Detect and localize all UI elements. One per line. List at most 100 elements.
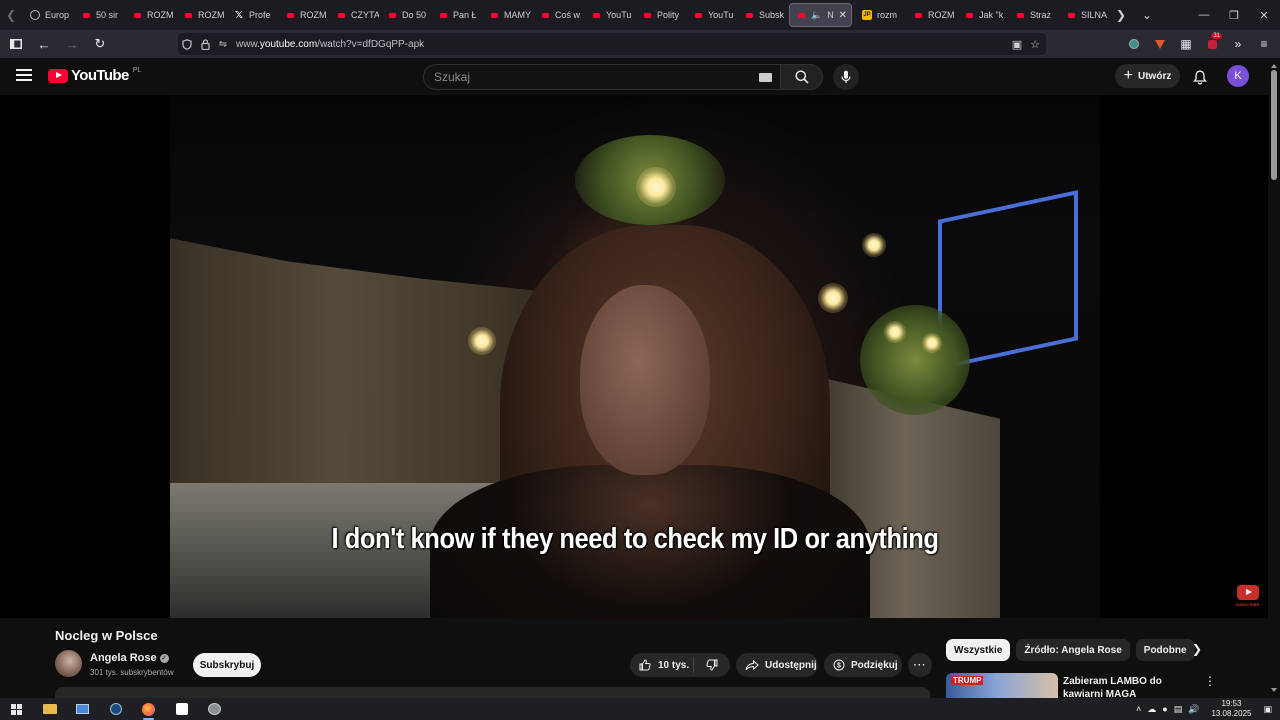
youtube-icon	[387, 10, 397, 20]
minimize-icon[interactable]: —	[1188, 0, 1220, 30]
address-bar[interactable]: ⇋ www.youtube.com/watch?v=dfDGqPP-apk ▣ …	[178, 33, 1046, 55]
scene-light	[468, 327, 496, 355]
youtube-icon	[693, 10, 703, 20]
microphone-tray-icon[interactable]: ●	[1162, 704, 1167, 714]
search-button[interactable]	[781, 64, 823, 90]
subscribe-watermark[interactable]: SUBSCRIBE	[1235, 585, 1260, 610]
video-frame[interactable]: I don't know if they need to check my ID…	[170, 95, 1100, 618]
app-menu-icon[interactable]: ≡	[1254, 32, 1274, 56]
close-tab-icon[interactable]: ✕	[839, 10, 847, 21]
recommended-thumbnail[interactable]: TRUMP	[946, 673, 1058, 698]
tab[interactable]: Jak "k	[956, 0, 1007, 30]
menu-icon[interactable]	[16, 69, 32, 81]
recommended-title[interactable]: Zabieram LAMBO do kawiarni MAGA	[1063, 675, 1203, 698]
thanks-button[interactable]: $ Podziękuj	[824, 653, 902, 677]
app-icon[interactable]	[198, 698, 231, 720]
youtube-icon	[796, 10, 806, 20]
tab[interactable]: Straż	[1007, 0, 1058, 30]
tab[interactable]: 𝕏 Profe	[226, 0, 277, 30]
tab[interactable]: JP rozm	[854, 0, 905, 30]
this-pc-icon[interactable]	[66, 698, 99, 720]
tab[interactable]: CZYTA	[328, 0, 379, 30]
sidebar-toggle-icon[interactable]	[4, 32, 28, 56]
subscribe-button[interactable]: Subskrybuj	[193, 653, 261, 677]
clock[interactable]: 19:53 13.08.2025	[1211, 699, 1251, 719]
share-button[interactable]: Udostępnij	[736, 653, 818, 677]
notifications-bell-icon[interactable]	[1190, 67, 1210, 87]
lock-icon[interactable]	[196, 38, 214, 50]
list-all-tabs-icon[interactable]: ⌄	[1135, 0, 1159, 30]
tab[interactable]: ROZM	[905, 0, 956, 30]
tab[interactable]: YouTu	[583, 0, 634, 30]
speaker-icon[interactable]: 🔈	[811, 10, 822, 21]
channel-avatar[interactable]	[55, 650, 82, 677]
notion-icon[interactable]	[165, 698, 198, 720]
create-button[interactable]: + Utwórz	[1115, 64, 1180, 88]
tab-active[interactable]: 🔈 No ✕	[789, 3, 852, 27]
filter-chip[interactable]: Podobne	[1135, 639, 1195, 661]
dislike-button[interactable]	[694, 659, 730, 671]
forward-icon[interactable]: →	[60, 32, 84, 56]
tab[interactable]: Polity	[634, 0, 685, 30]
search-input[interactable]: Szukaj	[423, 64, 781, 90]
tab[interactable]: YouTu	[685, 0, 736, 30]
firefox-icon[interactable]	[132, 698, 165, 720]
channel-name: Angela Rose	[90, 652, 157, 664]
tab[interactable]: MAMY	[481, 0, 532, 30]
tab[interactable]: Pan Ł	[430, 0, 481, 30]
tab[interactable]: ROZM	[124, 0, 175, 30]
fox-extension-icon[interactable]	[1150, 32, 1170, 56]
like-button[interactable]: 10 tys.	[630, 657, 694, 673]
voice-search-button[interactable]	[833, 64, 859, 90]
tab[interactable]: Do 50	[379, 0, 430, 30]
volume-icon[interactable]: 🔊	[1188, 704, 1199, 715]
tab-scroll-right-icon[interactable]: ❯	[1109, 0, 1133, 30]
recommended-more-icon[interactable]: ⋮	[1204, 674, 1216, 688]
start-windows-icon[interactable]	[0, 698, 33, 720]
url-text: www.youtube.com/watch?v=dfDGqPP-apk	[236, 39, 424, 50]
scroll-down-arrow-icon[interactable]	[1271, 688, 1277, 692]
scroll-up-arrow-icon[interactable]	[1271, 64, 1277, 68]
restore-icon[interactable]: ❐	[1218, 0, 1250, 30]
overflow-chevron-icon[interactable]: »	[1228, 32, 1248, 56]
keyboard-icon[interactable]	[759, 73, 772, 82]
vpn-extension-icon[interactable]	[1124, 32, 1144, 56]
extensions-puzzle-icon[interactable]: ▦	[1176, 32, 1196, 56]
more-actions-icon[interactable]: ···	[908, 653, 932, 677]
notification-extension-icon[interactable]: 31	[1202, 32, 1222, 56]
tray-chevron-icon[interactable]: ˄	[1136, 704, 1141, 714]
filter-chip[interactable]: Źródło: Angela Rose	[1016, 639, 1130, 661]
tab[interactable]: ROZM	[175, 0, 226, 30]
network-icon[interactable]: ▤	[1174, 704, 1183, 715]
youtube-logo[interactable]: YouTube PL	[48, 67, 141, 84]
scrollbar-thumb[interactable]	[1271, 70, 1277, 180]
steam-icon[interactable]	[99, 698, 132, 720]
picture-in-picture-icon[interactable]: ▣	[1012, 38, 1022, 51]
tab[interactable]: Coś w	[532, 0, 583, 30]
video-player[interactable]: I don't know if they need to check my ID…	[0, 95, 1268, 618]
reload-icon[interactable]: ↻	[88, 32, 112, 56]
account-avatar[interactable]: K	[1227, 65, 1249, 87]
tab[interactable]: Europ	[22, 0, 73, 30]
tab[interactable]: ROZM	[277, 0, 328, 30]
tab-scroll-left-icon[interactable]: ❮	[0, 0, 22, 30]
tracking-shield-icon[interactable]	[178, 38, 196, 50]
filter-chip[interactable]: Wszystkie	[946, 639, 1011, 661]
tab[interactable]: SILNA	[1058, 0, 1109, 30]
window-close-icon[interactable]: ✕	[1248, 0, 1280, 30]
youtube-icon	[132, 10, 142, 20]
page-scrollbar[interactable]	[1268, 58, 1280, 698]
chips-next-icon[interactable]: ❯	[1192, 642, 1202, 656]
share-icon	[745, 659, 759, 670]
like-dislike-group: 10 tys.	[630, 653, 730, 677]
notification-center-icon[interactable]: ▣	[1263, 704, 1272, 715]
microphone-icon	[841, 70, 851, 83]
channel-name-row[interactable]: Angela Rose ✓	[90, 652, 169, 664]
tab[interactable]: Subsk	[736, 0, 787, 30]
back-icon[interactable]: ←	[32, 32, 56, 56]
bookmark-star-icon[interactable]: ☆	[1030, 38, 1040, 51]
permissions-icon[interactable]: ⇋	[214, 39, 232, 50]
file-explorer-icon[interactable]	[33, 698, 66, 720]
onedrive-icon[interactable]: ☁	[1147, 704, 1156, 715]
tab[interactable]: 50 sir	[73, 0, 124, 30]
